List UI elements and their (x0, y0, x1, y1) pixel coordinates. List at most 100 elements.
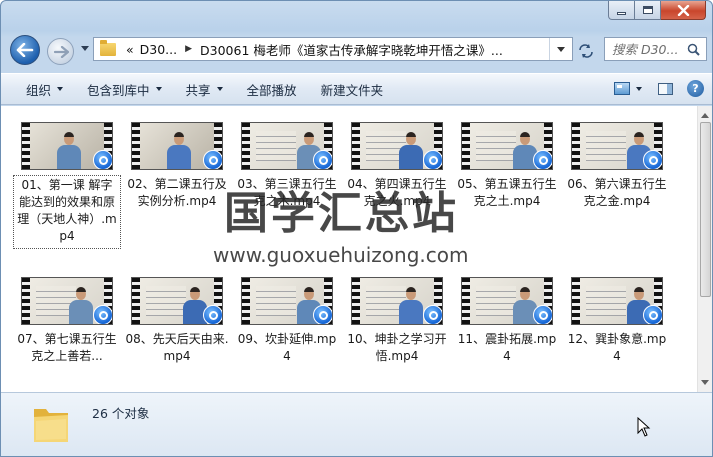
video-thumbnail (351, 277, 443, 325)
file-name: 05、第五课五行生克之土.mp4 (457, 177, 557, 208)
folder-icon (34, 409, 68, 442)
media-player-icon (93, 150, 112, 169)
file-item[interactable]: 12、巽卦象意.mp4 (563, 277, 671, 368)
presenter-figure (56, 131, 82, 169)
back-arrow-icon (16, 43, 34, 57)
video-thumbnail (461, 277, 553, 325)
media-player-icon (423, 150, 442, 169)
forward-button[interactable] (47, 38, 74, 65)
video-thumbnail (461, 122, 553, 170)
film-strip (132, 278, 140, 324)
film-strip (242, 123, 250, 169)
file-item[interactable]: 06、第六课五行生克之金.mp4 (563, 122, 671, 213)
file-name: 04、第四课五行生克之火.mp4 (347, 177, 447, 208)
video-thumbnail (351, 122, 443, 170)
file-item[interactable]: 08、先天后天由来.mp4 (123, 277, 231, 368)
breadcrumb-separator-icon[interactable]: ▶ (185, 44, 192, 54)
breadcrumb-overflow[interactable]: « (126, 42, 134, 57)
search-icon[interactable] (687, 43, 700, 56)
recent-pages-dropdown[interactable] (81, 46, 89, 51)
chevron-down-icon (155, 87, 162, 91)
back-button[interactable] (10, 35, 40, 65)
scroll-thumb[interactable] (700, 122, 711, 297)
file-name: 10、坤卦之学习开悟.mp4 (347, 332, 447, 363)
media-player-icon (533, 150, 552, 169)
file-item[interactable]: 03、第三课五行生克之木.mp4 (233, 122, 341, 213)
file-name: 03、第三课五行生克之木.mp4 (237, 177, 337, 208)
media-player-icon (423, 305, 442, 324)
film-strip (22, 123, 30, 169)
film-strip (352, 278, 360, 324)
details-pane: 26 个对象 (1, 392, 712, 456)
vertical-scrollbar[interactable] (697, 106, 712, 392)
file-view[interactable]: 01、第一课 解字能达到的效果和原理（天地人神）.mp4 02、第二课五行及实例分… (1, 106, 697, 392)
change-view-icon[interactable] (614, 82, 630, 95)
media-player-icon (93, 305, 112, 324)
help-icon[interactable]: ? (687, 80, 704, 97)
preview-pane-icon[interactable] (658, 82, 673, 95)
share-menu[interactable]: 共享 (174, 74, 235, 104)
caption-buttons (608, 1, 706, 21)
scroll-down-icon[interactable] (701, 380, 709, 385)
file-item[interactable]: 04、第四课五行生克之火.mp4 (343, 122, 451, 213)
refresh-button[interactable] (576, 41, 596, 61)
include-in-library-menu[interactable]: 包含到库中 (75, 74, 174, 104)
breadcrumb-current[interactable]: D30061 梅老师《道家古传承解字晓乾坤开悟之课》... (200, 40, 503, 59)
search-box[interactable] (604, 37, 707, 61)
file-name: 01、第一课 解字能达到的效果和原理（天地人神）.mp4 (13, 175, 121, 249)
address-divider (549, 38, 550, 60)
file-item[interactable]: 07、第七课五行生克之上善若... (13, 277, 121, 368)
refresh-icon (579, 44, 593, 58)
file-name: 07、第七课五行生克之上善若... (17, 332, 117, 363)
film-strip (242, 278, 250, 324)
file-item[interactable]: 05、第五课五行生克之土.mp4 (453, 122, 561, 213)
file-name: 02、第二课五行及实例分析.mp4 (127, 177, 227, 208)
explorer-window: « D30... ▶ D30061 梅老师《道家古传承解字晓乾坤开悟之课》...… (0, 0, 713, 457)
play-all-button[interactable]: 全部播放 (235, 74, 309, 104)
breadcrumb-parent[interactable]: D30... (140, 42, 177, 57)
file-name: 11、震卦拓展.mp4 (457, 332, 557, 363)
organize-label: 组织 (26, 82, 52, 98)
file-item[interactable]: 02、第二课五行及实例分析.mp4 (123, 122, 231, 213)
navigation-bar: « D30... ▶ D30061 梅老师《道家古传承解字晓乾坤开悟之课》... (1, 34, 712, 66)
maximize-icon (642, 6, 653, 14)
maximize-button[interactable] (635, 1, 661, 20)
address-dropdown-icon[interactable] (557, 47, 565, 52)
chevron-down-icon (216, 87, 223, 91)
view-dropdown-icon[interactable] (636, 86, 642, 91)
play-all-label: 全部播放 (246, 82, 297, 98)
forward-arrow-icon (53, 45, 69, 58)
file-name: 09、坎卦延伸.mp4 (237, 332, 337, 363)
video-thumbnail (131, 277, 223, 325)
media-player-icon (643, 305, 662, 324)
command-bar: 组织 包含到库中 共享 全部播放 新建文件夹 ? (1, 73, 712, 105)
file-item[interactable]: 01、第一课 解字能达到的效果和原理（天地人神）.mp4 (13, 122, 121, 249)
film-strip (572, 278, 580, 324)
search-input[interactable] (612, 41, 688, 57)
media-player-icon (313, 305, 332, 324)
presenter-figure (68, 286, 94, 324)
file-name: 08、先天后天由来.mp4 (125, 332, 229, 363)
share-label: 共享 (185, 82, 211, 98)
file-item[interactable]: 11、震卦拓展.mp4 (453, 277, 561, 368)
file-name: 12、巽卦象意.mp4 (567, 332, 667, 363)
minimize-button[interactable] (608, 1, 635, 20)
video-thumbnail (21, 277, 113, 325)
video-thumbnail (241, 277, 333, 325)
new-folder-button[interactable]: 新建文件夹 (309, 74, 396, 104)
file-item[interactable]: 10、坤卦之学习开悟.mp4 (343, 277, 451, 368)
presenter-figure (398, 131, 424, 169)
organize-menu[interactable]: 组织 (14, 74, 75, 104)
video-thumbnail (571, 122, 663, 170)
close-button[interactable] (661, 1, 706, 20)
scroll-up-icon[interactable] (701, 113, 709, 118)
film-strip (352, 123, 360, 169)
video-thumbnail (131, 122, 223, 170)
file-item[interactable]: 09、坎卦延伸.mp4 (233, 277, 341, 368)
folder-icon (100, 39, 116, 56)
address-bar[interactable]: « D30... ▶ D30061 梅老师《道家古传承解字晓乾坤开悟之课》... (93, 37, 573, 61)
mouse-cursor-icon (637, 417, 651, 437)
video-thumbnail (571, 277, 663, 325)
media-player-icon (533, 305, 552, 324)
view-controls: ? (614, 80, 704, 97)
